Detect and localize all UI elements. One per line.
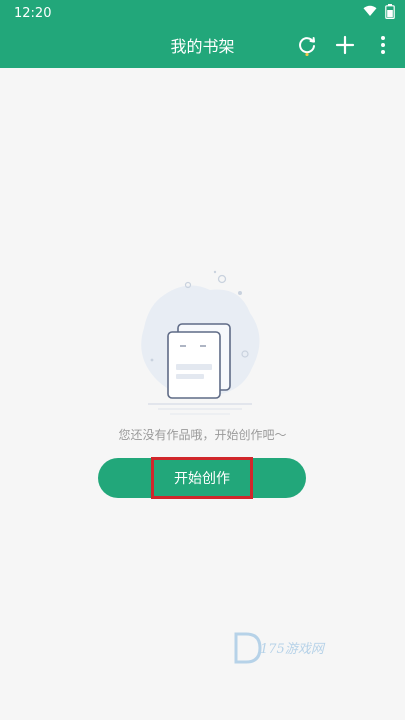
appbar-actions [295,26,395,68]
start-writing-button[interactable]: 开始创作 [98,457,306,499]
app-bar: 我的书架 [0,26,405,68]
bookshelf-content: 您还没有作品哦，开始创作吧～ 开始创作 175游戏网 [0,68,405,720]
status-bar: 12:20 [0,0,405,26]
plus-icon [335,35,355,59]
more-vertical-icon [380,35,386,59]
watermark-text: 175游戏网 [260,642,324,657]
add-button[interactable] [333,35,357,59]
status-time: 12:20 [14,5,52,21]
status-icons [363,3,395,23]
wifi-icon [363,5,377,21]
empty-illustration [130,268,270,418]
empty-message: 您还没有作品哦，开始创作吧～ [118,428,287,442]
sync-icon [296,34,318,60]
watermark: 175游戏网 [232,628,362,668]
battery-icon [385,3,395,23]
more-button[interactable] [371,35,395,59]
start-writing-label: 开始创作 [151,457,253,499]
sync-button[interactable] [295,35,319,59]
